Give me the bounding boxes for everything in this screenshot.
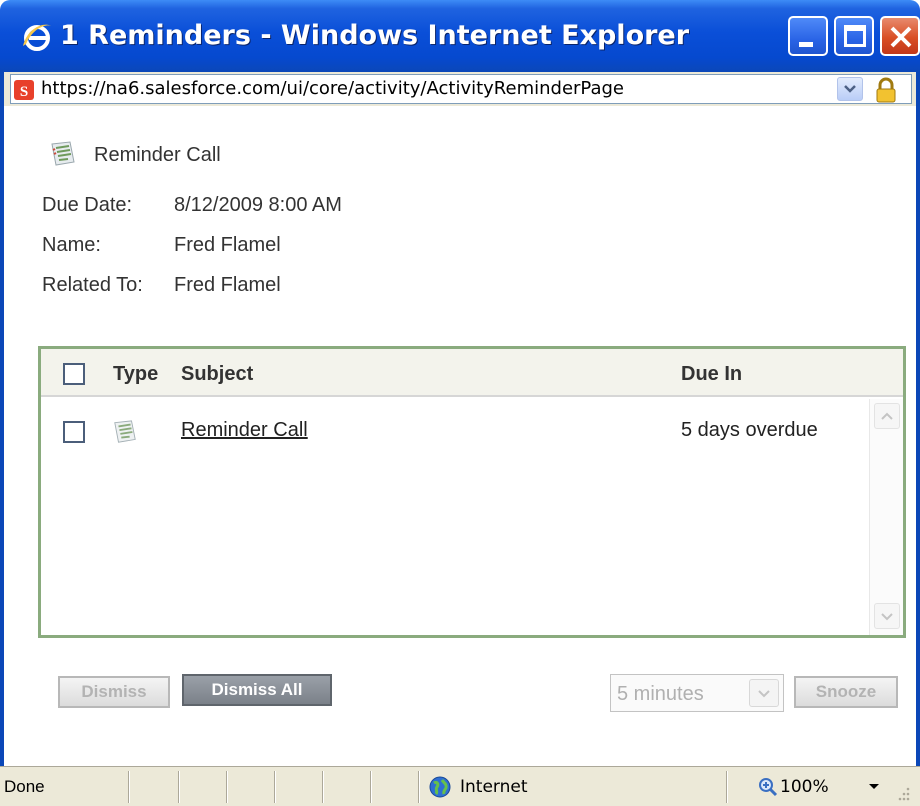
reminder-subject-link[interactable]: Reminder Call (181, 419, 308, 442)
name-label: Name: (42, 234, 101, 256)
status-separator (226, 771, 228, 803)
related-to-value: Fred Flamel (174, 274, 281, 296)
status-text: Done (4, 777, 45, 796)
task-icon (51, 141, 75, 166)
due-date-value: 8/12/2009 8:00 AM (174, 194, 342, 216)
status-separator (370, 771, 372, 803)
snooze-duration-value: 5 minutes (617, 683, 704, 705)
close-button[interactable] (880, 16, 920, 56)
task-icon (114, 420, 136, 443)
due-in-value: 5 days overdue (681, 419, 818, 441)
url-text[interactable]: https://na6.salesforce.com/ui/core/activ… (41, 75, 624, 103)
window-title: 1 Reminders - Windows Internet Explorer (60, 20, 690, 51)
chevron-down-icon (758, 690, 770, 698)
salesforce-favicon-icon: S (14, 80, 34, 100)
address-bar: S https://na6.salesforce.com/ui/core/act… (0, 72, 920, 106)
status-separator (178, 771, 180, 803)
reminder-title: Reminder Call (94, 144, 221, 166)
padlock-icon[interactable] (873, 77, 899, 103)
dismiss-all-button[interactable]: Dismiss All (182, 674, 332, 706)
window-frame-right (916, 106, 920, 766)
row-checkbox[interactable] (63, 421, 85, 443)
due-date-label: Due Date: (42, 194, 133, 216)
table-row: Reminder Call 5 days overdue (41, 399, 867, 459)
chevron-down-icon (881, 613, 893, 621)
type-column-header: Type (113, 363, 159, 385)
resize-grip-icon[interactable] (892, 785, 912, 803)
snooze-duration-dropdown-button[interactable] (749, 679, 779, 707)
scroll-down-button[interactable] (874, 603, 900, 629)
snooze-button[interactable]: Snooze (794, 676, 898, 708)
subject-column-header: Subject (181, 363, 254, 385)
address-field[interactable]: S https://na6.salesforce.com/ui/core/act… (10, 74, 912, 104)
ie-icon (23, 24, 51, 51)
svg-text:S: S (20, 84, 28, 100)
reminders-list-header: Type Subject Due In (41, 349, 903, 397)
zoom-icon[interactable] (758, 777, 778, 797)
minimize-icon (799, 42, 813, 47)
chevron-down-icon (844, 85, 856, 93)
status-separator (418, 771, 420, 803)
title-bar: 1 Reminders - Windows Internet Explorer (0, 0, 920, 72)
status-separator (726, 771, 728, 803)
scroll-up-button[interactable] (874, 403, 900, 429)
minimize-button[interactable] (788, 16, 828, 56)
reminder-page: Reminder Call Due Date: 8/12/2009 8:00 A… (4, 106, 916, 766)
status-separator (128, 771, 130, 803)
reminders-list: Type Subject Due In Reminder Call 5 days… (38, 346, 906, 638)
status-bar: Done Internet 100% (0, 766, 920, 806)
due-in-column-header: Due In (681, 363, 743, 385)
name-value: Fred Flamel (174, 234, 281, 256)
globe-icon (429, 776, 451, 798)
dismiss-button[interactable]: Dismiss (58, 676, 170, 708)
zoom-level[interactable]: 100% (780, 777, 829, 797)
related-to-label: Related To: (42, 274, 143, 296)
close-icon (890, 26, 912, 48)
chevron-up-icon (881, 412, 893, 420)
reminder-actions: Dismiss Dismiss All 5 minutes Snooze (4, 640, 916, 712)
maximize-icon (844, 25, 866, 47)
status-separator (274, 771, 276, 803)
select-all-checkbox[interactable] (63, 363, 85, 385)
status-separator (322, 771, 324, 803)
security-zone-text: Internet (460, 777, 528, 797)
address-dropdown-button[interactable] (837, 77, 863, 101)
chevron-down-icon[interactable] (868, 783, 880, 791)
list-scrollbar[interactable] (869, 399, 903, 635)
maximize-button[interactable] (834, 16, 874, 56)
reminders-list-body[interactable]: Reminder Call 5 days overdue (41, 399, 903, 635)
snooze-duration-select[interactable]: 5 minutes (610, 674, 784, 712)
